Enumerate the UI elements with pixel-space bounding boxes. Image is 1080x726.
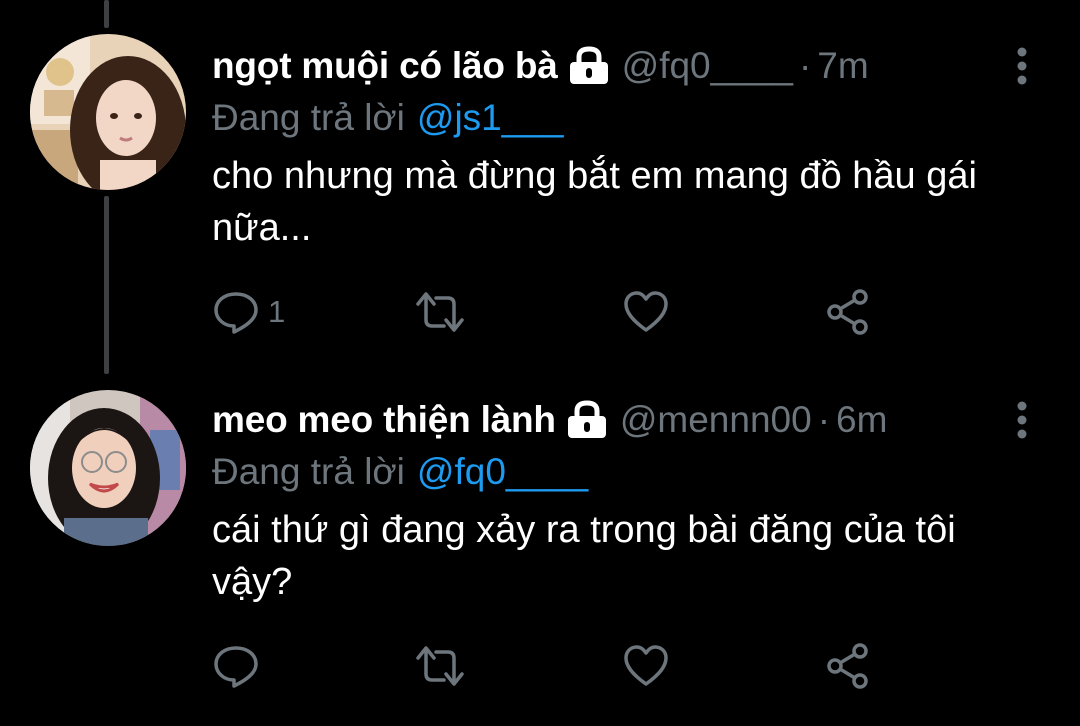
replying-label: Đang trả lời (212, 97, 405, 138)
action-bar (212, 640, 892, 692)
retweet-button[interactable] (412, 640, 476, 692)
tweet-header: ngọt muội có lão bà @fq0____ · 7m (212, 40, 1020, 92)
replying-to-link[interactable]: @js1___ (417, 97, 564, 139)
share-button[interactable] (824, 286, 872, 338)
tweet-text: cái thứ gì đang xảy ra trong bài đăng củ… (212, 509, 956, 603)
reply-icon (212, 642, 260, 690)
lock-icon (566, 400, 608, 440)
more-icon[interactable] (1012, 400, 1032, 440)
avatar[interactable] (30, 390, 186, 546)
replying-label: Đang trả lời (212, 451, 405, 492)
retweet-icon (412, 288, 468, 336)
timestamp[interactable]: 6m (836, 399, 887, 441)
share-icon (824, 288, 872, 336)
like-icon (622, 288, 670, 336)
handle[interactable]: @fq0____ (622, 45, 793, 87)
separator-dot: · (817, 399, 831, 440)
tweet[interactable]: ngọt muội có lão bà @fq0____ · 7m Đang t… (0, 0, 1080, 370)
like-button[interactable] (622, 640, 678, 692)
action-bar: 1 (212, 286, 892, 338)
reply-button[interactable] (212, 640, 268, 692)
reply-button[interactable]: 1 (212, 286, 285, 338)
timestamp[interactable]: 7m (817, 45, 868, 87)
more-icon[interactable] (1012, 46, 1032, 86)
separator-dot: · (798, 45, 812, 86)
tweet-text: cho nhưng mà đừng bắt em mang đồ hầu gái… (212, 155, 977, 249)
like-button[interactable] (622, 286, 678, 338)
reply-icon (212, 288, 260, 336)
replying-to-row: Đang trả lời @fq0____ (212, 446, 1020, 498)
tweet[interactable]: meo meo thiện lành @mennn00 · 6m Đang tr… (0, 370, 1080, 726)
handle[interactable]: @mennn00 (620, 399, 812, 441)
display-name[interactable]: meo meo thiện lành (212, 399, 556, 441)
retweet-button[interactable] (412, 286, 476, 338)
share-button[interactable] (824, 640, 872, 692)
like-icon (622, 642, 670, 690)
reply-count: 1 (268, 294, 286, 329)
retweet-icon (412, 642, 468, 690)
replying-to-link[interactable]: @fq0____ (417, 451, 588, 493)
avatar[interactable] (30, 34, 186, 190)
tweet-header: meo meo thiện lành @mennn00 · 6m (212, 394, 1020, 446)
lock-icon (568, 46, 610, 86)
replying-to-row: Đang trả lời @js1___ (212, 92, 1020, 144)
share-icon (824, 642, 872, 690)
display-name[interactable]: ngọt muội có lão bà (212, 45, 558, 87)
